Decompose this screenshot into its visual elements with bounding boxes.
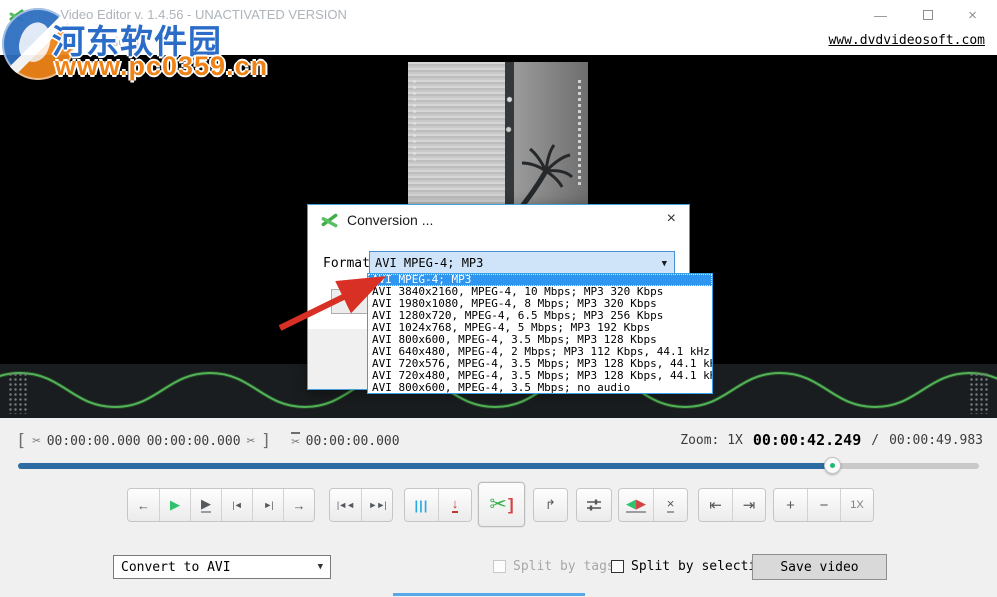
play-to-end-icon: ▶ (201, 497, 211, 513)
add-marker-button[interactable]: ||| (405, 489, 438, 521)
selection-open-bracket: [ (16, 431, 26, 451)
save-frame-icon: ↓ (452, 497, 459, 513)
close-button[interactable]: × (950, 0, 995, 30)
sliders-icon (585, 497, 603, 513)
split-by-selections-checkbox[interactable] (611, 560, 624, 573)
current-time: 00:00:42.249 (753, 431, 861, 449)
step-forward-button[interactable]: → (283, 489, 314, 521)
cut-selection-button[interactable]: ✂ ] (478, 482, 525, 527)
marker-tools-group: ||| ↓ (404, 488, 472, 522)
zoom-button-group: + − 1X (773, 488, 874, 522)
chevron-down-icon: ▼ (662, 259, 667, 269)
menu-items: FileEditOptionsHelp (6, 30, 193, 55)
play-button[interactable]: ▶ (159, 489, 190, 521)
selection-end-time: 00:00:00.000 (147, 434, 241, 449)
marker-scissors-icon: ✂ (291, 432, 299, 450)
marker-time: 00:00:00.000 (306, 434, 400, 449)
dialog-title: Conversion ... (347, 212, 433, 228)
maximize-icon (923, 10, 933, 20)
timestamps-row: [ ✂ 00:00:00.000 00:00:00.000 ✂ ] ✂ 00:0… (0, 431, 997, 451)
scissors-end-icon: ✂ (247, 433, 255, 449)
menu-item[interactable]: Options (85, 30, 148, 55)
waveform-scroll-handle-right[interactable] (969, 372, 989, 414)
set-selection-markers-button[interactable]: ◀▶ (619, 489, 653, 521)
marker-out-icon: ▶ (636, 496, 646, 511)
seek-thumb[interactable] (824, 457, 841, 474)
format-option[interactable]: AVI 800x600, MPEG-4, 3.5 Mbps; no audio (368, 382, 712, 394)
clear-selection-icon: × (667, 497, 675, 513)
palm-tree-silhouette (502, 131, 582, 212)
format-dropdown-list: AVI MPEG-4; MP3AVI 3840x2160, MPEG-4, 10… (367, 273, 713, 394)
format-combobox[interactable]: AVI MPEG-4; MP3 ▼ (369, 251, 675, 274)
maximize-button[interactable] (905, 0, 950, 30)
rotate-button[interactable]: ↱ (534, 489, 567, 521)
vendor-website-link[interactable]: www.dvdvideosoft.com (828, 33, 985, 48)
marker-in-icon: ◀ (626, 496, 636, 511)
scissors-cut-icon: ✂ (489, 492, 507, 517)
split-by-tags-label: Split by tags (513, 559, 615, 574)
split-by-tags-option[interactable]: Split by tags (493, 559, 615, 574)
skip-to-end-button[interactable]: ►►| (361, 489, 392, 521)
skip-button-group: |◄◄ ►►| (329, 488, 393, 522)
total-time: 00:00:49.983 (889, 433, 983, 448)
dialog-title-bar: Conversion ... × (308, 205, 689, 235)
selection-start-time: 00:00:00.000 (47, 434, 141, 449)
video-frame (408, 62, 588, 212)
toolbar: ← ▶ ▶ |◄ ►| → |◄◄ ►►| ||| ↓ ✂ ] ↱ (0, 488, 997, 538)
selection-markers-icon: ◀▶ (626, 497, 646, 513)
zoom-level-label: Zoom: 1X (680, 433, 743, 448)
menu-item[interactable]: File (6, 30, 45, 55)
selection-close-bracket: ] (261, 431, 271, 451)
clear-selection-button[interactable]: × (653, 489, 687, 521)
format-combobox-value: AVI MPEG-4; MP3 (375, 256, 483, 270)
convert-format-value: Convert to AVI (121, 560, 231, 575)
menu-item[interactable]: Edit (45, 30, 85, 55)
video-frame-caption-strip-left (413, 80, 416, 163)
goto-button-group: ⇤ ⇥ (698, 488, 766, 522)
window-title: Free Video Editor v. 1.4.56 - UNACTIVATE… (30, 7, 347, 22)
control-panel: [ ✂ 00:00:00.000 00:00:00.000 ✂ ] ✂ 00:0… (0, 418, 997, 597)
settings-tool (576, 488, 612, 522)
save-frame-button[interactable]: ↓ (438, 489, 471, 521)
waveform-scroll-handle-left[interactable] (8, 372, 28, 414)
convert-format-select[interactable]: Convert to AVI ▼ (113, 555, 331, 579)
app-logo-icon (9, 8, 24, 23)
rotate-tool: ↱ (533, 488, 568, 522)
split-by-tags-checkbox[interactable] (493, 560, 506, 573)
adjustments-button[interactable] (577, 489, 611, 521)
video-frame-caption-strip (578, 80, 581, 185)
step-back-button[interactable]: ← (128, 489, 159, 521)
zoom-reset-button[interactable]: 1X (840, 489, 873, 521)
dialog-close-button[interactable]: × (667, 210, 676, 228)
time-separator: / (871, 433, 879, 448)
markers-icon: ||| (415, 498, 429, 513)
minimize-button[interactable]: — (858, 0, 903, 30)
playback-button-group: ← ▶ ▶ |◄ ►| → (127, 488, 315, 522)
playback-times: Zoom: 1X 00:00:42.249 / 00:00:49.983 (680, 431, 983, 449)
zoom-in-button[interactable]: + (774, 489, 807, 521)
seek-bar[interactable] (18, 463, 979, 469)
dialog-app-icon (321, 212, 338, 229)
taskbar-highlight (393, 593, 585, 596)
save-video-button[interactable]: Save video (752, 554, 887, 580)
seek-progress (18, 463, 832, 469)
video-frame-sea-region (408, 62, 505, 212)
chevron-down-icon: ▼ (318, 562, 323, 572)
bottom-row: Convert to AVI ▼ Split by tags Split by … (0, 554, 997, 584)
title-bar: Free Video Editor v. 1.4.56 - UNACTIVATE… (0, 0, 997, 30)
next-frame-button[interactable]: ►| (252, 489, 283, 521)
cut-bracket-icon: ] (508, 495, 514, 515)
selection-times: [ ✂ 00:00:00.000 00:00:00.000 ✂ ] ✂ 00:0… (16, 431, 400, 451)
format-label: Format (323, 256, 370, 271)
skip-to-start-button[interactable]: |◄◄ (330, 489, 361, 521)
menu-item[interactable]: Help (148, 30, 193, 55)
play-to-end-button[interactable]: ▶ (190, 489, 221, 521)
zoom-out-button[interactable]: − (807, 489, 840, 521)
previous-frame-button[interactable]: |◄ (221, 489, 252, 521)
go-to-start-button[interactable]: ⇤ (699, 489, 732, 521)
conversion-dialog: Conversion ... × Format AVI MPEG-4; MP3 … (307, 204, 690, 390)
selection-tools-group: ◀▶ × (618, 488, 688, 522)
scissors-start-icon: ✂ (32, 433, 40, 449)
go-to-end-button[interactable]: ⇥ (732, 489, 765, 521)
